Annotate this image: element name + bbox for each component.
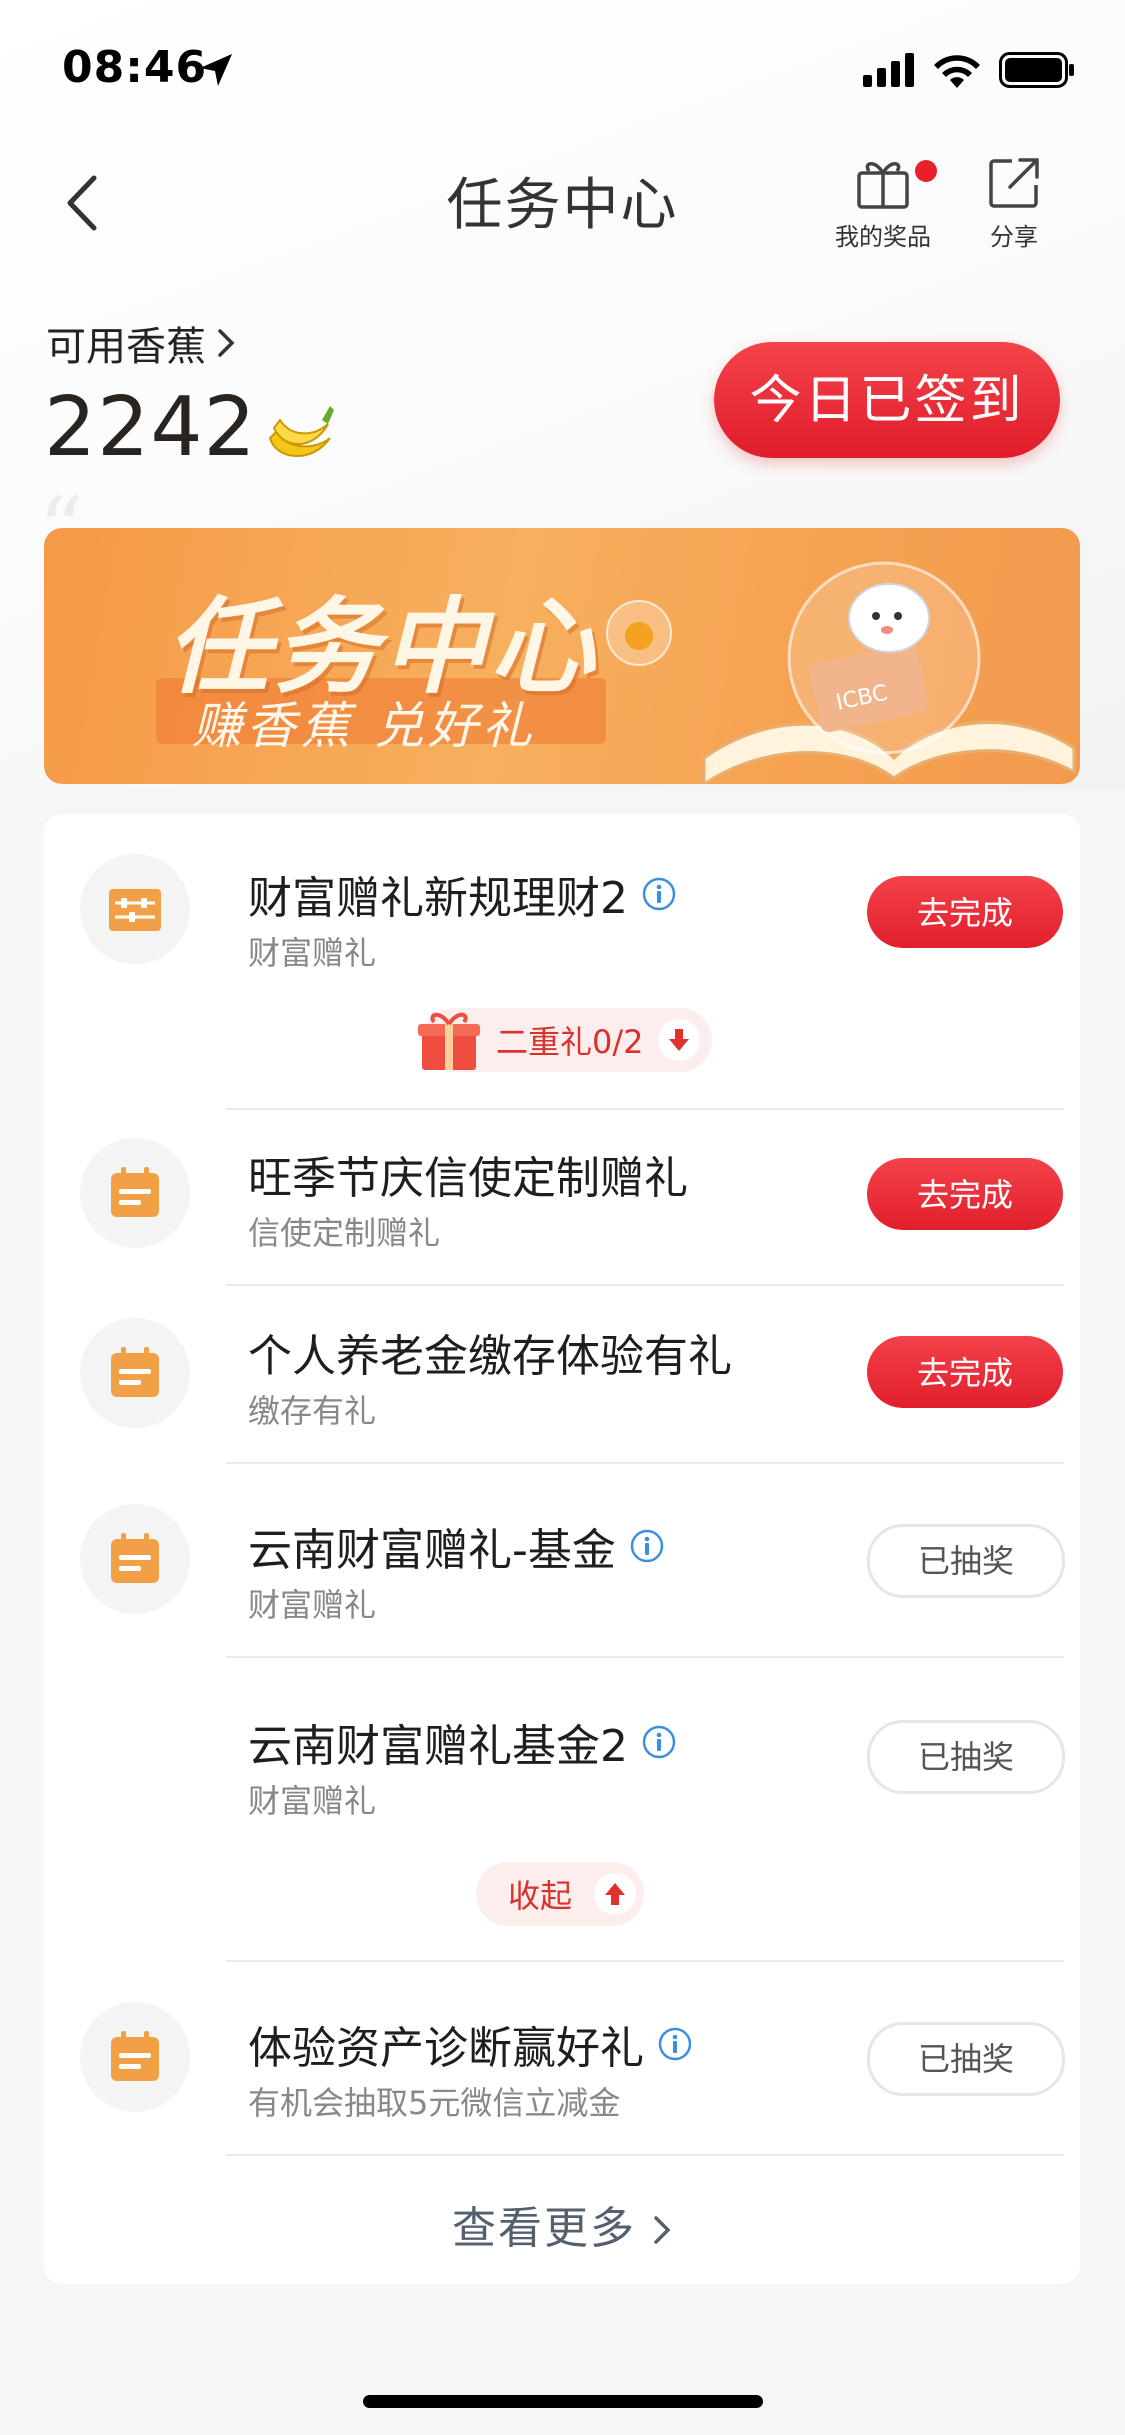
share-icon <box>989 158 1039 208</box>
task-title: 旺季节庆信使定制赠礼 <box>248 1142 688 1206</box>
balance-label: 可用香蕉 <box>46 324 206 370</box>
chevron-right-icon <box>654 2216 671 2244</box>
task-list-card: 财富赠礼新规理财2 财富赠礼 去完成 二重礼0/2 旺季节庆信使定制赠礼 信使定… <box>44 814 1080 2284</box>
collapse-toggle[interactable]: 收起 <box>476 1862 645 1926</box>
task-title-text: 体验资产诊断赢好礼 <box>248 2023 644 2074</box>
calendar-icon <box>111 2031 159 2081</box>
calendar-icon <box>111 1167 159 1217</box>
task-icon-wrapper <box>80 1138 190 1248</box>
already-drawn-button[interactable]: 已抽奖 <box>867 1720 1065 1794</box>
location-arrow-icon <box>196 50 236 90</box>
calendar-icon <box>111 1533 159 1583</box>
view-more-text: 查看更多 <box>452 2203 636 2254</box>
notification-dot <box>915 160 937 182</box>
go-complete-button[interactable]: 去完成 <box>867 876 1063 948</box>
task-title: 财富赠礼新规理财2 <box>248 862 676 926</box>
task-title-text: 个人养老金缴存体验有礼 <box>248 1331 732 1382</box>
task-subtitle: 有机会抽取5元微信立减金 <box>248 2084 621 2122</box>
calendar-icon <box>111 1347 159 1397</box>
share-button[interactable]: 分享 <box>954 155 1074 252</box>
gift-box-icon <box>418 1012 480 1070</box>
go-complete-button[interactable]: 去完成 <box>867 1158 1063 1230</box>
task-title: 个人养老金缴存体验有礼 <box>248 1320 732 1384</box>
divider <box>226 1656 1064 1658</box>
signin-button[interactable]: 今日已签到 <box>714 342 1060 458</box>
task-title-text: 云南财富赠礼-基金 <box>248 1525 616 1576</box>
gift-icon <box>857 162 909 209</box>
task-subtitle: 缴存有礼 <box>248 1392 377 1430</box>
status-indicators <box>863 50 1075 90</box>
status-time: 08:46 <box>62 42 208 93</box>
divider <box>226 1960 1064 1962</box>
divider <box>226 2154 1064 2156</box>
task-icon-wrapper <box>80 1318 190 1428</box>
task-title-text: 旺季节庆信使定制赠礼 <box>248 1153 688 1204</box>
already-drawn-button[interactable]: 已抽奖 <box>867 2022 1065 2096</box>
task-title: 体验资产诊断赢好礼 <box>248 2012 692 2076</box>
second-gift-text: 二重礼0/2 <box>496 1023 644 1061</box>
divider <box>226 1462 1064 1464</box>
banana-balance-link[interactable]: 可用香蕉 <box>46 314 236 372</box>
orange-bubble-icon <box>606 600 672 666</box>
mascot-book-illustration: ICBC <box>702 561 1076 784</box>
balance-value: 2242 <box>44 380 257 475</box>
info-icon[interactable] <box>642 877 676 911</box>
task-icon-wrapper <box>80 854 190 964</box>
banana-icon <box>262 398 338 468</box>
wifi-icon <box>934 55 980 88</box>
task-title: 云南财富赠礼-基金 <box>248 1514 664 1578</box>
arrow-up-icon <box>605 1883 626 1905</box>
task-title: 云南财富赠礼基金2 <box>248 1710 676 1774</box>
abacus-icon <box>109 889 161 931</box>
info-icon[interactable] <box>658 2027 692 2061</box>
task-title-text: 云南财富赠礼基金2 <box>248 1721 628 1772</box>
expand-arrow <box>657 1019 700 1061</box>
task-subtitle: 财富赠礼 <box>248 1586 377 1624</box>
task-subtitle: 财富赠礼 <box>248 934 377 972</box>
task-subtitle: 财富赠礼 <box>248 1782 377 1820</box>
task-title-text: 财富赠礼新规理财2 <box>248 873 628 924</box>
info-icon[interactable] <box>630 1529 664 1563</box>
collapse-arrow <box>594 1873 637 1915</box>
arrow-down-icon <box>668 1029 689 1051</box>
task-center-banner[interactable]: 任务中心 赚香蕉 兑好礼 ICBC <box>44 528 1080 784</box>
second-gift-toggle[interactable]: 二重礼0/2 <box>418 1008 712 1072</box>
share-label: 分享 <box>990 223 1038 251</box>
divider <box>226 1284 1064 1286</box>
task-icon-wrapper <box>80 2002 190 2112</box>
battery-icon <box>999 52 1074 88</box>
collapse-label: 收起 <box>508 1877 573 1915</box>
home-indicator <box>363 2395 763 2408</box>
banner-subtitle: 赚香蕉 兑好礼 <box>192 697 536 755</box>
already-drawn-button[interactable]: 已抽奖 <box>867 1524 1065 1598</box>
go-complete-button[interactable]: 去完成 <box>867 1336 1063 1408</box>
view-more-link[interactable]: 查看更多 <box>44 2192 1080 2256</box>
my-prizes-label: 我的奖品 <box>835 223 931 251</box>
chevron-right-icon <box>218 329 235 357</box>
task-icon-wrapper <box>80 1504 190 1614</box>
divider <box>226 1108 1064 1110</box>
task-subtitle: 信使定制赠礼 <box>248 1214 441 1252</box>
info-icon[interactable] <box>642 1725 676 1759</box>
cellular-signal-icon <box>863 53 914 87</box>
